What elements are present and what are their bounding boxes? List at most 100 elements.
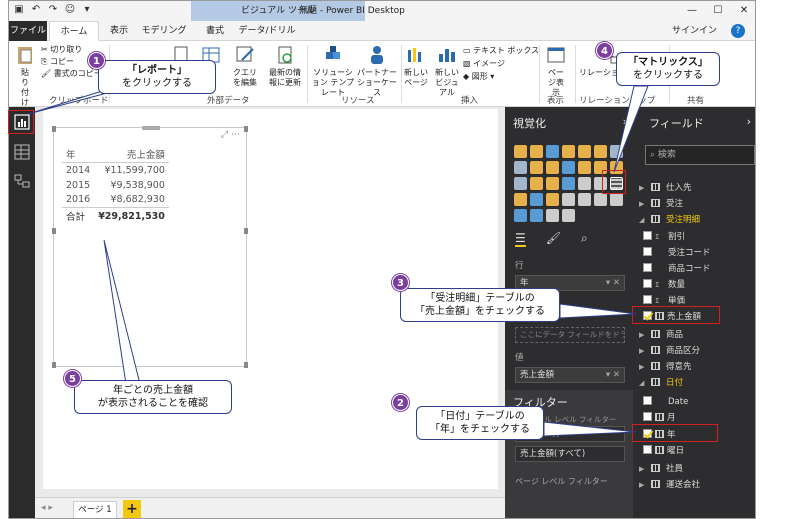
smiley-icon[interactable]: ☺ bbox=[64, 4, 76, 16]
visual-type-icon[interactable] bbox=[530, 145, 543, 158]
image-button[interactable]: ▧ イメージ bbox=[463, 57, 539, 70]
new-page-button[interactable]: 新しいページ bbox=[403, 44, 429, 88]
visual-type-icon[interactable] bbox=[514, 145, 527, 158]
visual-type-icon[interactable] bbox=[546, 193, 559, 206]
field-checkbox[interactable] bbox=[643, 412, 652, 421]
fields-search-input[interactable]: ⌕ 検索 bbox=[645, 145, 755, 165]
save-icon[interactable]: ▣ bbox=[13, 4, 25, 16]
add-page-button[interactable]: + bbox=[123, 500, 141, 518]
resize-handle[interactable] bbox=[244, 126, 248, 132]
edit-query-button[interactable]: クエリを編集 bbox=[231, 44, 259, 88]
page-scroll-arrows[interactable]: ◂ ▸ bbox=[41, 503, 53, 513]
textbox-button[interactable]: ▭ テキスト ボックス bbox=[463, 44, 539, 57]
field-date[interactable]: Date bbox=[643, 395, 688, 409]
field-checkbox[interactable] bbox=[643, 396, 652, 405]
visual-type-icon[interactable] bbox=[610, 145, 623, 158]
undo-icon[interactable]: ↶ bbox=[30, 4, 42, 16]
field-order-code[interactable]: 受注コード bbox=[643, 246, 711, 260]
tab-file[interactable]: ファイル bbox=[9, 21, 47, 41]
resize-handle[interactable] bbox=[52, 126, 56, 132]
analytics-icon[interactable]: ⌕ bbox=[581, 231, 588, 247]
chevron-right-icon[interactable]: › bbox=[747, 115, 751, 128]
shapes-button[interactable]: ◆ 図形 ▾ bbox=[463, 70, 539, 83]
format-paint-roller-icon[interactable]: 🖌 bbox=[546, 231, 561, 247]
visual-type-icon[interactable] bbox=[578, 145, 591, 158]
table-order-details[interactable]: ◢ 受注明細 bbox=[639, 213, 700, 227]
resize-handle[interactable] bbox=[244, 228, 248, 234]
remove-field-icon[interactable]: ▾ ✕ bbox=[606, 276, 620, 290]
field-weekday[interactable]: 曜日 bbox=[643, 444, 684, 458]
visual-type-icon[interactable] bbox=[578, 177, 591, 190]
new-visual-button[interactable]: 新しいビジュアル bbox=[433, 44, 461, 98]
visual-type-icon[interactable] bbox=[514, 177, 527, 190]
solution-template-button[interactable]: ソリューション テンプレート bbox=[311, 44, 355, 98]
focus-mode-icon[interactable]: ⤢ bbox=[221, 130, 228, 140]
minimize-icon[interactable]: — bbox=[679, 1, 705, 21]
refresh-button[interactable]: 最新の情報に更新 bbox=[267, 44, 303, 88]
visual-type-icon[interactable] bbox=[562, 145, 575, 158]
table-customers[interactable]: ▶ 得意先 bbox=[639, 360, 692, 374]
fields-well-icon[interactable]: ☰ bbox=[515, 231, 526, 247]
matrix-visual[interactable]: ⤢ ⋯ 年 売上金額 2014 ¥11,599,700 2015 ¥9,538,… bbox=[52, 126, 248, 368]
field-checkbox[interactable] bbox=[643, 445, 652, 454]
visual-type-icon[interactable] bbox=[594, 145, 607, 158]
visual-type-icon[interactable] bbox=[546, 161, 559, 174]
field-checkbox[interactable] bbox=[643, 231, 652, 240]
page-tab-1[interactable]: ページ 1 bbox=[73, 501, 117, 518]
tab-modeling[interactable]: モデリング bbox=[139, 21, 189, 41]
tab-format[interactable]: 書式 bbox=[193, 21, 237, 41]
visual-type-icon[interactable] bbox=[610, 193, 623, 206]
resize-handle[interactable] bbox=[244, 362, 248, 368]
format-painter-button[interactable]: 🖌 書式のコピー bbox=[41, 68, 102, 80]
redo-icon[interactable]: ↷ bbox=[47, 4, 59, 16]
visual-type-icon[interactable] bbox=[546, 177, 559, 190]
visual-type-icon[interactable] bbox=[578, 193, 591, 206]
customize-dropdown-icon[interactable]: ▾ bbox=[81, 4, 93, 16]
resize-handle[interactable] bbox=[52, 362, 56, 368]
field-checkbox[interactable] bbox=[643, 247, 652, 256]
visual-type-icon[interactable] bbox=[546, 145, 559, 158]
visual-type-icon[interactable] bbox=[546, 209, 559, 222]
page-view-button[interactable]: ページ表示 bbox=[541, 44, 571, 98]
visual-type-icon[interactable] bbox=[514, 209, 527, 222]
visual-type-icon[interactable] bbox=[514, 161, 527, 174]
table-product-category[interactable]: ▶ 商品区分 bbox=[639, 344, 700, 358]
paste-button[interactable]: 貼り付け bbox=[13, 44, 37, 108]
remove-field-icon[interactable]: ▾ ✕ bbox=[606, 368, 620, 382]
close-icon[interactable]: ✕ bbox=[731, 1, 755, 21]
visual-type-icon[interactable] bbox=[578, 161, 591, 174]
field-checkbox[interactable] bbox=[643, 295, 652, 304]
table-employees[interactable]: ▶ 社員 bbox=[639, 462, 683, 476]
field-discount[interactable]: Σ 割引 bbox=[643, 230, 685, 244]
partner-showcase-button[interactable]: パートナー ショーケース bbox=[357, 44, 397, 98]
field-quantity[interactable]: Σ 数量 bbox=[643, 278, 685, 292]
filter-amount[interactable]: 売上金額(すべて) bbox=[515, 446, 625, 462]
signin-link[interactable]: サインイン bbox=[672, 21, 717, 41]
chevron-right-icon[interactable]: › bbox=[623, 115, 627, 128]
visual-type-icon[interactable] bbox=[562, 161, 575, 174]
columns-drop-zone[interactable]: ここにデータ フィールドをドラッグ... bbox=[515, 327, 625, 343]
table-shippers[interactable]: ▶ 運送会社 bbox=[639, 478, 700, 492]
tab-view[interactable]: 表示 bbox=[101, 21, 137, 41]
visual-drag-grip[interactable] bbox=[142, 126, 160, 130]
field-month[interactable]: 月 bbox=[643, 411, 676, 425]
visual-type-icon[interactable] bbox=[530, 209, 543, 222]
data-view-icon[interactable] bbox=[12, 142, 32, 162]
table-supplier[interactable]: ▶ 仕入先 bbox=[639, 181, 692, 195]
tab-home[interactable]: ホーム bbox=[49, 21, 99, 42]
table-date[interactable]: ◢ 日付 bbox=[639, 376, 683, 390]
table-products[interactable]: ▶ 商品 bbox=[639, 328, 683, 342]
maximize-icon[interactable]: ☐ bbox=[705, 1, 731, 21]
visual-type-icon[interactable] bbox=[530, 177, 543, 190]
visual-type-icon[interactable] bbox=[514, 193, 527, 206]
tab-data-drill[interactable]: データ/ドリル bbox=[237, 21, 297, 41]
resize-handle[interactable] bbox=[52, 228, 56, 234]
visual-type-icon[interactable] bbox=[530, 193, 543, 206]
visual-type-icon[interactable] bbox=[562, 209, 575, 222]
visual-type-icon[interactable] bbox=[562, 193, 575, 206]
values-well-item[interactable]: 売上金額 ▾ ✕ bbox=[515, 367, 625, 383]
visual-type-icon[interactable] bbox=[594, 193, 607, 206]
field-product-code[interactable]: 商品コード bbox=[643, 262, 711, 276]
more-options-icon[interactable]: ⋯ bbox=[231, 130, 240, 140]
field-checkbox[interactable] bbox=[643, 263, 652, 272]
